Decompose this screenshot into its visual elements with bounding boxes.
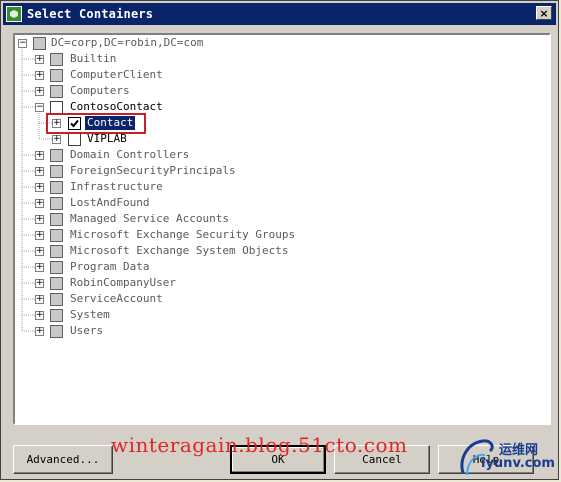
title-bar[interactable]: Select Containers × bbox=[3, 3, 556, 25]
tree-expander-domain-controllers[interactable]: + bbox=[35, 151, 44, 160]
tree-expander-users[interactable]: + bbox=[35, 327, 44, 336]
app-icon bbox=[6, 6, 22, 22]
advanced-button[interactable]: Advanced... bbox=[13, 445, 113, 474]
tree-expander-lostandfound[interactable]: + bbox=[35, 199, 44, 208]
tree-checkbox-exchange-system-objects[interactable] bbox=[50, 245, 63, 258]
tree-checkbox-computerclient[interactable] bbox=[50, 69, 63, 82]
tree-node-foreignsecurityprincipals[interactable]: ForeignSecurityPrincipals bbox=[68, 164, 238, 178]
highlight-annotation-box bbox=[46, 113, 146, 134]
tree-checkbox-system[interactable] bbox=[50, 309, 63, 322]
tree-expander-program-data[interactable]: + bbox=[35, 263, 44, 272]
tree-node-exchange-security-groups[interactable]: Microsoft Exchange Security Groups bbox=[68, 228, 297, 242]
watermark-text: winteragain.blog.51cto.com bbox=[111, 433, 408, 457]
tree-checkbox-builtin[interactable] bbox=[50, 53, 63, 66]
tree-node-contosocontact[interactable]: ContosoContact bbox=[68, 100, 165, 114]
tree-expander-exchange-security-groups[interactable]: + bbox=[35, 231, 44, 240]
tree-checkbox-domain-controllers[interactable] bbox=[50, 149, 63, 162]
tree-node-viplab[interactable]: VIPLAB bbox=[85, 132, 129, 146]
tree-node-builtin[interactable]: Builtin bbox=[68, 52, 118, 66]
tree-checkbox-robincompanyuser[interactable] bbox=[50, 277, 63, 290]
tree-expander-viplab[interactable]: + bbox=[52, 135, 61, 144]
tree-expander-builtin[interactable]: + bbox=[35, 55, 44, 64]
tree-expander-managed-service-accounts[interactable]: + bbox=[35, 215, 44, 224]
window-title: Select Containers bbox=[27, 7, 154, 21]
site-logo: 运维网 iyunv.com bbox=[457, 435, 559, 479]
tree-node-program-data[interactable]: Program Data bbox=[68, 260, 151, 274]
root-checkbox[interactable] bbox=[33, 37, 46, 50]
tree-node-domain-controllers[interactable]: Domain Controllers bbox=[68, 148, 191, 162]
root-expander[interactable]: − bbox=[18, 39, 27, 48]
tree-checkbox-managed-service-accounts[interactable] bbox=[50, 213, 63, 226]
tree-checkbox-viplab[interactable] bbox=[68, 133, 81, 146]
tree-expander-robincompanyuser[interactable]: + bbox=[35, 279, 44, 288]
tree-node-computers[interactable]: Computers bbox=[68, 84, 132, 98]
select-containers-dialog: Select Containers × − DC=corp,DC=robin,D… bbox=[0, 0, 559, 480]
tree-node-serviceaccount[interactable]: ServiceAccount bbox=[68, 292, 165, 306]
tree-checkbox-lostandfound[interactable] bbox=[50, 197, 63, 210]
tree-node-lostandfound[interactable]: LostAndFound bbox=[68, 196, 151, 210]
tree-expander-system[interactable]: + bbox=[35, 311, 44, 320]
container-tree[interactable]: − DC=corp,DC=robin,DC=com + Builtin + Co… bbox=[13, 33, 551, 425]
tree-node-system[interactable]: System bbox=[68, 308, 112, 322]
tree-checkbox-serviceaccount[interactable] bbox=[50, 293, 63, 306]
tree-node-users[interactable]: Users bbox=[68, 324, 105, 338]
close-button[interactable]: × bbox=[536, 6, 552, 20]
tree-expander-contosocontact[interactable]: − bbox=[35, 103, 44, 112]
tree-expander-computers[interactable]: + bbox=[35, 87, 44, 96]
tree-node-exchange-system-objects[interactable]: Microsoft Exchange System Objects bbox=[68, 244, 291, 258]
tree-expander-foreignsecurityprincipals[interactable]: + bbox=[35, 167, 44, 176]
tree-checkbox-foreignsecurityprincipals[interactable] bbox=[50, 165, 63, 178]
tree-node-infrastructure[interactable]: Infrastructure bbox=[68, 180, 165, 194]
tree-expander-exchange-system-objects[interactable]: + bbox=[35, 247, 44, 256]
tree-checkbox-program-data[interactable] bbox=[50, 261, 63, 274]
tree-node-computerclient[interactable]: ComputerClient bbox=[68, 68, 165, 82]
tree-expander-serviceaccount[interactable]: + bbox=[35, 295, 44, 304]
tree-checkbox-users[interactable] bbox=[50, 325, 63, 338]
logo-bottom-text: iyunv.com bbox=[481, 456, 555, 471]
close-icon: × bbox=[539, 6, 549, 20]
tree-checkbox-infrastructure[interactable] bbox=[50, 181, 63, 194]
tree-node-robincompanyuser[interactable]: RobinCompanyUser bbox=[68, 276, 178, 290]
tree-node-root[interactable]: DC=corp,DC=robin,DC=com bbox=[49, 36, 205, 50]
tree-expander-computerclient[interactable]: + bbox=[35, 71, 44, 80]
tree-node-managed-service-accounts[interactable]: Managed Service Accounts bbox=[68, 212, 231, 226]
tree-expander-infrastructure[interactable]: + bbox=[35, 183, 44, 192]
tree-checkbox-exchange-security-groups[interactable] bbox=[50, 229, 63, 242]
tree-checkbox-computers[interactable] bbox=[50, 85, 63, 98]
